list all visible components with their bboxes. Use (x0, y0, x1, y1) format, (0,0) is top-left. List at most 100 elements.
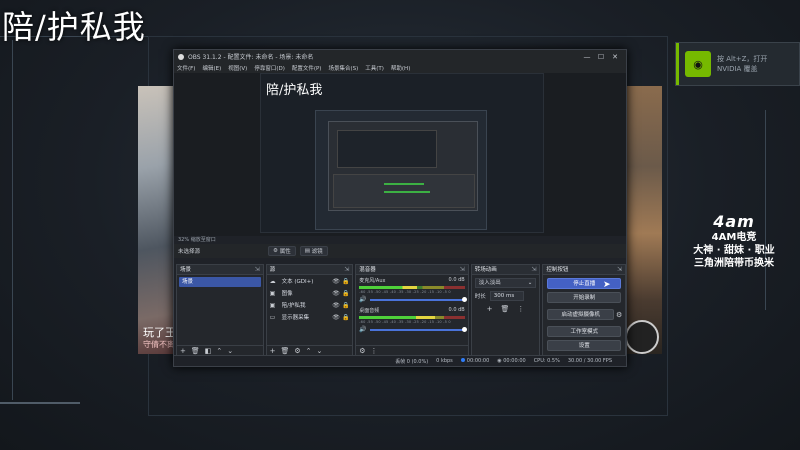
left-caption-sub: 守倩不离 (143, 340, 175, 349)
source-item[interactable]: ☁ 文本 (GDI+) 👁 🔒 (267, 275, 353, 287)
move-up-icon[interactable]: ⌃ (306, 347, 312, 355)
bitrate: 0 kbps (436, 358, 453, 364)
left-character-art: 玩了王 守倩不离 (138, 86, 178, 354)
dock-float-icon[interactable]: ⇲ (617, 265, 622, 275)
virtual-camera-button[interactable]: 启动虚拟摄像机 (547, 309, 615, 320)
volume-slider[interactable] (369, 296, 467, 302)
mouse-cursor-icon: ➤ (603, 280, 611, 290)
mixer-settings-icon[interactable]: ⚙ (359, 347, 365, 355)
properties-button[interactable]: ⚙ 属性 (268, 246, 296, 256)
hud-line-right (765, 110, 766, 310)
scene-filter-icon[interactable]: ◧ (205, 347, 212, 355)
controls-dock-header: 控制按钮 ⇲ (543, 265, 626, 275)
meter-ticks: -60 -55 -50 -45 -40 -35 -30 -25 -20 -15 … (359, 290, 451, 294)
close-button[interactable]: ✕ (608, 53, 622, 61)
visibility-icon[interactable]: 👁 (332, 302, 342, 309)
sources-dock-footer: + 🗑 ⚙ ⌃ ⌄ (266, 345, 353, 355)
speaker-icon[interactable]: 🔊 (359, 296, 366, 303)
lock-icon[interactable]: 🔒 (342, 314, 352, 321)
mixer-menu-icon[interactable]: ⋮ (371, 347, 378, 355)
overlay-title: 陪/护私我 (2, 8, 146, 46)
remove-transition-icon[interactable]: 🗑 (501, 305, 510, 313)
preview-area[interactable]: 陪/护私我 (174, 73, 626, 236)
visibility-icon[interactable]: 👁 (332, 314, 342, 321)
meter-ticks: -60 -55 -50 -45 -40 -35 -30 -25 -20 -15 … (359, 320, 451, 324)
filter-icon: ▤ (304, 248, 312, 254)
source-item[interactable]: ▣ 图像 👁 🔒 (267, 287, 353, 299)
record-time: ◉ 00:00:00 (497, 358, 526, 364)
add-source-icon[interactable]: + (270, 347, 276, 355)
duration-input[interactable]: 300 ms (489, 291, 524, 301)
level-meter-fill (359, 316, 436, 319)
transitions-dock-header: 转场动画 ⇲ (471, 265, 540, 275)
minimize-button[interactable]: — (580, 53, 594, 61)
nvidia-notification: ◉ 按 Alt+Z，打开 NVIDIA 覆盖 (675, 42, 800, 86)
channel-db: 0.0 dB (448, 277, 465, 283)
level-meter-fill (359, 286, 418, 289)
gear-icon[interactable]: ⚙ (616, 311, 625, 319)
visibility-icon[interactable]: 👁 (332, 290, 342, 297)
level-meter (359, 316, 465, 319)
team-logo-sub: 4AM电竞 (711, 232, 757, 243)
lock-icon[interactable]: 🔒 (342, 302, 352, 309)
remove-source-icon[interactable]: 🗑 (280, 347, 289, 355)
volume-slider-knob[interactable] (461, 296, 467, 302)
live-indicator-icon (460, 358, 465, 362)
menu-view[interactable]: 视图(V) (228, 64, 247, 72)
start-recording-button[interactable]: 开始录制 (547, 292, 622, 303)
mixer-channel-desktop: 桌面音频 0.0 dB -60 -55 -50 -45 -40 -35 -30 -… (356, 305, 467, 335)
obs-app-icon (178, 53, 184, 60)
transition-menu-icon[interactable]: ⋮ (517, 305, 524, 313)
channel-name: 桌面音频 (359, 308, 380, 314)
left-caption: 玩了王 (143, 326, 176, 339)
nvidia-logo-icon: ◉ (685, 51, 711, 77)
preview-zoom-status[interactable]: 32% 缩放至窗口 (174, 236, 626, 244)
move-up-icon[interactable]: ⌃ (216, 347, 222, 355)
menu-scene-collection[interactable]: 场景集合(S) (328, 64, 358, 72)
source-item[interactable]: ▣ 陪/护私我 👁 🔒 (267, 299, 353, 311)
level-meter (359, 286, 465, 289)
lock-icon[interactable]: 🔒 (342, 290, 352, 297)
dock-float-icon[interactable]: ⇲ (531, 265, 536, 275)
menu-edit[interactable]: 编辑(E) (202, 64, 221, 72)
preview-canvas[interactable]: 陪/护私我 (260, 73, 544, 233)
lock-icon[interactable]: 🔒 (342, 278, 352, 285)
scenes-dock-footer: + 🗑 ◧ ⌃ ⌄ (177, 345, 263, 355)
menu-tools[interactable]: 工具(T) (365, 64, 384, 72)
visibility-icon[interactable]: 👁 (332, 278, 342, 285)
add-scene-icon[interactable]: + (180, 347, 186, 355)
dock-float-icon[interactable]: ⇲ (344, 265, 349, 275)
source-item[interactable]: ▭ 显示器采集 👁 🔒 (267, 311, 353, 323)
speaker-icon[interactable]: 🔊 (359, 326, 366, 333)
dock-float-icon[interactable]: ⇲ (460, 265, 465, 275)
add-transition-icon[interactable]: + (487, 305, 493, 313)
menu-file[interactable]: 文件(F) (177, 64, 195, 72)
maximize-button[interactable]: ☐ (594, 53, 608, 61)
volume-slider[interactable] (369, 326, 467, 332)
nvidia-accent-bar (676, 43, 679, 85)
source-settings-icon[interactable]: ⚙ (294, 347, 300, 355)
nested-preview-capture (315, 110, 487, 230)
menu-profile[interactable]: 配置文件(P) (292, 64, 322, 72)
move-down-icon[interactable]: ⌄ (227, 347, 233, 355)
stream-time: 00:00:00 (460, 358, 489, 364)
volume-slider-knob[interactable] (461, 326, 467, 332)
scene-item[interactable]: 场景 (179, 277, 261, 287)
menu-help[interactable]: 帮助(H) (391, 64, 410, 72)
settings-button[interactable]: 设置 (547, 340, 622, 351)
filters-button[interactable]: ▤ 滤镜 (299, 246, 328, 256)
obs-titlebar: OBS 31.1.2 - 配置文件: 未命名 - 场景: 未命名 — ☐ ✕ (174, 50, 626, 63)
dock-float-icon[interactable]: ⇲ (255, 265, 260, 275)
image-source-icon: ▣ (269, 301, 276, 309)
nested-meter-2 (384, 191, 430, 193)
move-down-icon[interactable]: ⌄ (317, 347, 323, 355)
nvidia-text: 按 Alt+Z，打开 NVIDIA 覆盖 (717, 55, 768, 73)
team-logo-mark: 4am (713, 212, 755, 231)
hud-line-left (12, 40, 13, 400)
remove-scene-icon[interactable]: 🗑 (191, 347, 200, 355)
menu-docks[interactable]: 停靠窗口(D) (254, 64, 285, 72)
studio-mode-button[interactable]: 工作室模式 (547, 326, 622, 337)
transition-type-select[interactable]: 淡入淡出 ⌄ (474, 278, 537, 288)
hud-line-bottom (0, 402, 80, 404)
duration-label: 时长 (474, 294, 486, 300)
